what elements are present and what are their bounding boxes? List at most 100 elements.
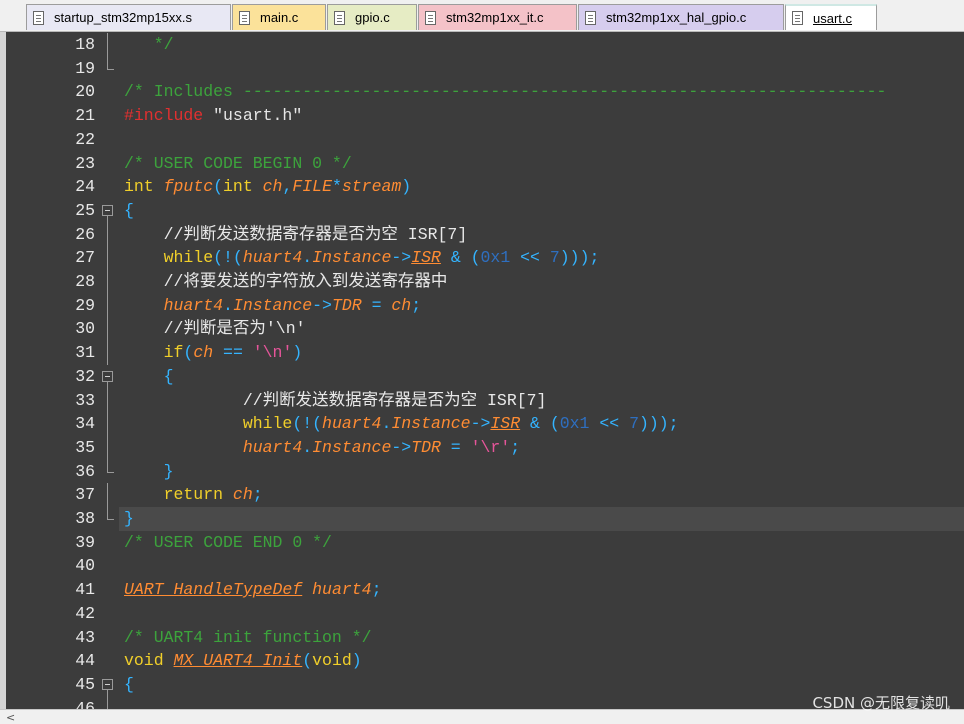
file-tab-label: startup_stm32mp15xx.s [54,10,193,25]
code-token: void [312,651,352,671]
code-token: ISR [411,248,441,268]
code-token: //判断发送数据寄存器是否为空 ISR[7] [124,224,468,244]
code-token: -> [391,437,412,457]
line-number: 30 [75,319,95,339]
code-token: ) [401,177,412,197]
line-number: 42 [75,603,95,623]
fold-guide [101,222,114,247]
code-token: while [124,248,214,268]
code-token: 0x1 [480,248,511,268]
code-token: /* Includes [124,82,243,102]
code-line: while(!(huart4.Instance->ISR & (0x1 << 7… [124,412,679,436]
file-icon [792,11,803,25]
file-tab[interactable]: startup_stm32mp15xx.s [26,4,231,30]
line-number: 39 [75,532,95,552]
file-tab[interactable]: usart.c [785,4,877,30]
code-token: = [361,295,392,315]
code-line: huart4.Instance->TDR = ch; [124,294,422,318]
code-line: /* UART4 init function */ [124,626,372,650]
code-token: //将要发送的字符放入到发送寄存器中 [124,272,448,291]
line-number: 29 [75,295,95,315]
fold-guide [101,507,114,531]
code-token: { [124,674,134,694]
file-tab[interactable]: stm32mp1xx_it.c [418,4,577,30]
code-editor[interactable]: 18 */ 19 20 /* Includes -------------------… [0,32,964,709]
code-token: ; [411,295,422,315]
file-tab-label: main.c [260,10,299,25]
line-number: 38 [75,509,95,528]
file-icon [334,10,345,25]
code-token: ( [302,651,313,671]
code-line: /* Includes ----------------------------… [124,80,886,104]
line-number: 33 [75,390,95,410]
file-tab[interactable]: main.c [232,4,326,30]
code-token: huart4 [124,295,224,315]
code-line: { [124,199,134,223]
line-number: 28 [75,272,95,291]
code-token: ))); [559,248,600,268]
current-line-highlight [119,507,964,531]
line-number: 32 [75,366,95,386]
code-token: Instance [232,295,313,315]
code-token: 0x1 [559,414,590,434]
code-token: } [124,461,174,481]
fold-guide [101,317,114,342]
fold-toggle-icon[interactable] [101,673,114,697]
code-token: & ( [520,414,560,434]
code-line: */ [124,33,174,57]
line-number: 40 [75,556,95,576]
code-token: if [124,343,184,363]
code-line: if(ch == '\n') [124,341,303,365]
file-icon [585,10,596,25]
line-number: 35 [75,437,95,457]
fold-guide [101,388,114,413]
fold-guide [101,459,114,484]
code-token: huart4 [322,414,382,434]
code-token: stream [341,177,402,197]
code-token: MX_UART4_Init [173,651,303,671]
code-token: while [124,414,293,434]
fold-toggle-icon[interactable] [101,199,114,223]
code-token: return [124,485,233,505]
code-token: } [124,509,134,528]
code-line: //将要发送的字符放入到发送寄存器中 [124,270,448,294]
fold-guide [101,33,114,57]
file-tab-label: stm32mp1xx_it.c [446,10,544,25]
code-line: void MX_UART4_Init(void) [124,649,362,673]
code-token: UART_HandleTypeDef [124,580,303,600]
code-token: = [440,437,471,457]
code-token: ( [213,177,224,197]
code-token: -> [391,248,412,268]
code-line: while(!(huart4.Instance->ISR & (0x1 << 7… [124,246,600,270]
line-number: 43 [75,627,95,647]
code-token: 7 [549,248,560,268]
code-token: ----------------------------------------… [242,82,887,102]
fold-toggle-icon[interactable] [101,365,114,389]
code-token: 7 [629,414,639,434]
code-token: { [124,200,134,220]
line-number: 24 [75,177,95,197]
code-token: Instance [312,437,392,457]
code-line: } [124,460,174,484]
fold-guide [101,412,114,436]
scroll-left-arrow-icon[interactable]: < [6,711,15,724]
line-number: 19 [75,58,95,78]
code-token: TDR [331,295,362,315]
line-number: 20 [75,82,95,102]
code-token: huart4 [312,580,372,600]
code-token: ch [262,177,283,197]
file-tab[interactable]: gpio.c [327,4,417,30]
code-token: huart4 [242,248,303,268]
line-number: 18 [75,35,95,54]
code-token: << [510,248,550,268]
file-tab-label: gpio.c [355,10,390,25]
fold-guide [101,696,114,709]
code-line: #include "usart.h" [124,104,302,128]
code-token: -> [470,414,491,434]
code-line: { [124,673,134,697]
file-tab[interactable]: stm32mp1xx_hal_gpio.c [578,4,784,30]
code-token: fputc [163,177,214,197]
line-number: 34 [75,414,95,434]
line-number: 22 [75,129,95,149]
code-token: int [223,177,263,197]
